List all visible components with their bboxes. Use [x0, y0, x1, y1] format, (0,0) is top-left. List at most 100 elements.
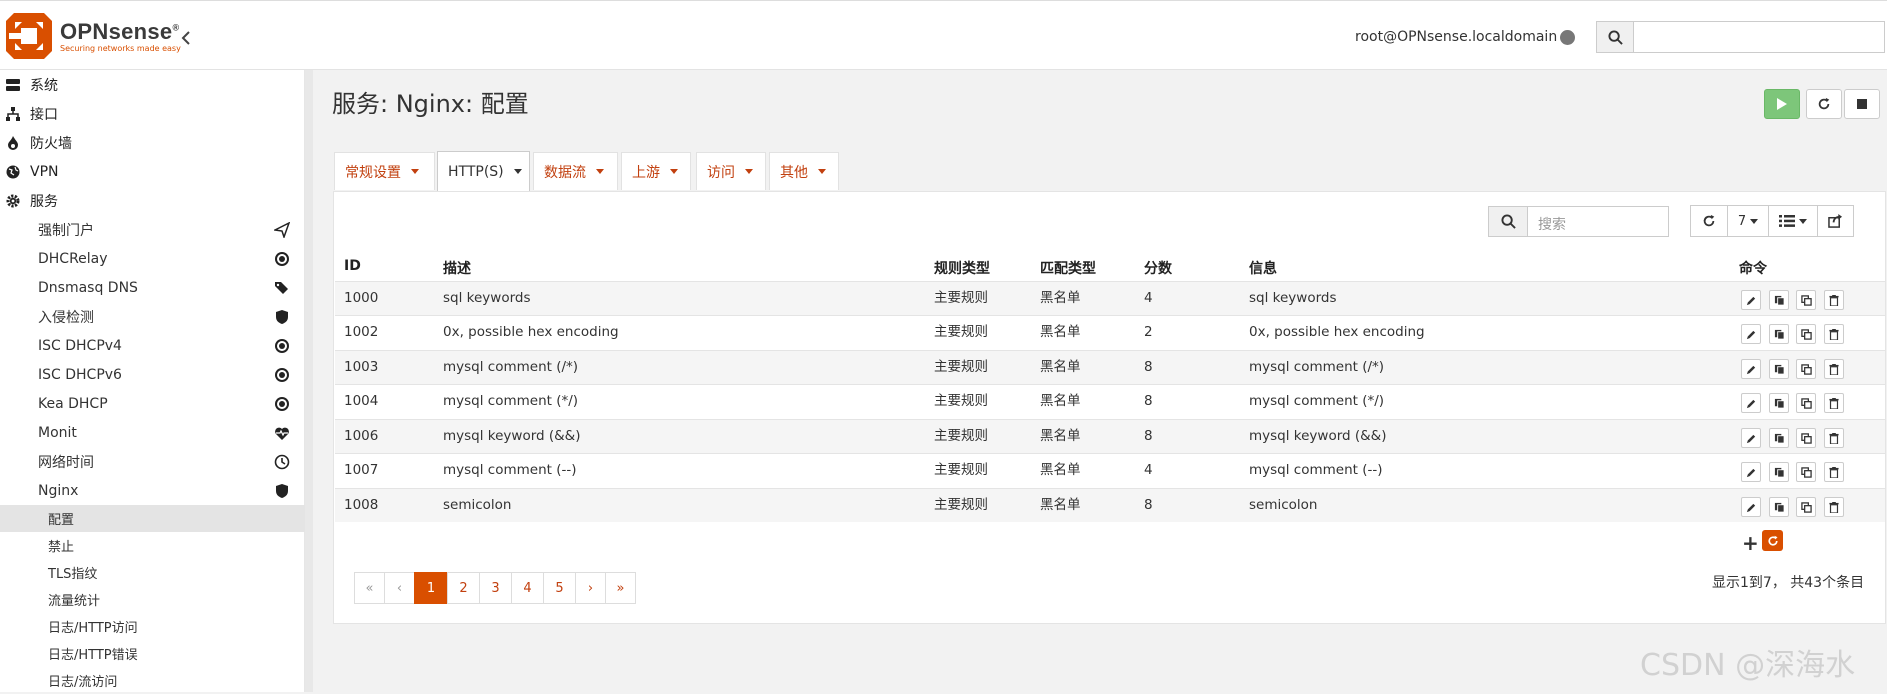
pagination-page-3[interactable]: 3 — [479, 572, 512, 604]
sidebar-item-kea-dhcp[interactable]: Kea DHCP — [0, 389, 305, 418]
top-search-button[interactable] — [1596, 21, 1634, 53]
start-service-button[interactable] — [1764, 89, 1800, 119]
sidebar-item-isc-dhcpv6[interactable]: ISC DHCPv6 — [0, 360, 305, 389]
column-header-description[interactable]: 描述 — [443, 258, 471, 278]
sidebar-item-intrusion-detection[interactable]: 入侵检测 — [0, 302, 305, 331]
sidebar-item-nginx-http-error[interactable]: 日志/HTTP错误 — [0, 640, 305, 667]
restart-service-button[interactable] — [1806, 89, 1842, 119]
tab-access[interactable]: 访问 — [696, 152, 766, 190]
clone-row-button[interactable] — [1796, 497, 1816, 517]
add-row-button[interactable]: + — [1742, 531, 1759, 555]
edit-row-button[interactable] — [1741, 497, 1761, 517]
clone-row-button[interactable] — [1796, 428, 1816, 448]
sidebar-item-dhcrelay[interactable]: DHCRelay — [0, 244, 305, 273]
sidebar-item-firewall[interactable]: 防火墙 — [0, 128, 305, 157]
pagination-page-2[interactable]: 2 — [447, 572, 480, 604]
pagination-page-5[interactable]: 5 — [543, 572, 576, 604]
pagination-last[interactable]: » — [605, 572, 636, 604]
table-row[interactable]: 1002 0x, possible hex encoding 主要规则 黑名单 2 0x,… — [335, 315, 1885, 349]
table-row[interactable]: 1007 mysql comment (--) 主要规则 黑名单 4 mysql comm… — [335, 453, 1885, 487]
sidebar-item-monit[interactable]: Monit — [0, 418, 305, 447]
pagination-prev[interactable]: ‹ — [384, 572, 415, 604]
collapse-sidebar-icon[interactable] — [180, 27, 192, 51]
tab-general[interactable]: 常规设置 — [334, 152, 435, 190]
columns-dropdown[interactable] — [1768, 205, 1818, 237]
clock-icon — [274, 454, 290, 469]
delete-row-button[interactable] — [1824, 290, 1844, 310]
edit-row-button[interactable] — [1741, 324, 1761, 344]
edit-row-button[interactable] — [1741, 462, 1761, 482]
grid-refresh-button[interactable] — [1690, 205, 1728, 237]
copy-row-button[interactable] — [1769, 428, 1789, 448]
user-menu[interactable]: root@OPNsense.localdomain — [1355, 29, 1557, 45]
pagination-first[interactable]: « — [354, 572, 385, 604]
sidebar-item-vpn[interactable]: VPN — [0, 157, 305, 186]
clone-row-button[interactable] — [1796, 324, 1816, 344]
tab-upstream[interactable]: 上游 — [621, 152, 691, 190]
column-header-info[interactable]: 信息 — [1249, 258, 1277, 278]
edit-row-button[interactable] — [1741, 428, 1761, 448]
pagination-next[interactable]: › — [575, 572, 606, 604]
stop-service-button[interactable] — [1844, 89, 1880, 119]
clone-row-button[interactable] — [1796, 462, 1816, 482]
sidebar-item-nginx-traffic[interactable]: 流量统计 — [0, 586, 305, 613]
delete-row-button[interactable] — [1824, 359, 1844, 379]
status-indicator[interactable] — [1560, 30, 1575, 45]
sidebar-item-interfaces[interactable]: 接口 — [0, 99, 305, 128]
edit-row-button[interactable] — [1741, 393, 1761, 413]
column-header-id[interactable]: ID — [344, 258, 361, 274]
edit-row-button[interactable] — [1741, 359, 1761, 379]
delete-selected-button[interactable] — [1762, 530, 1783, 551]
delete-row-button[interactable] — [1824, 428, 1844, 448]
delete-row-button[interactable] — [1824, 497, 1844, 517]
cell-rule-type: 主要规则 — [934, 497, 988, 513]
grid-search-button[interactable] — [1488, 206, 1528, 237]
sidebar-item-nginx-config[interactable]: 配置 — [0, 505, 305, 532]
sidebar-item-captive-portal[interactable]: 强制门户 — [0, 215, 305, 244]
sidebar-item-nginx-ban[interactable]: 禁止 — [0, 532, 305, 559]
copy-row-button[interactable] — [1769, 497, 1789, 517]
delete-row-button[interactable] — [1824, 462, 1844, 482]
sidebar-item-nginx-stream-access[interactable]: 日志/流访问 — [0, 667, 305, 694]
column-header-score[interactable]: 分数 — [1144, 258, 1172, 278]
sidebar-scrollbar[interactable] — [305, 70, 313, 692]
edit-row-button[interactable] — [1741, 290, 1761, 310]
list-icon — [1779, 215, 1795, 227]
top-search-input[interactable] — [1633, 21, 1885, 53]
sidebar-item-isc-dhcpv4[interactable]: ISC DHCPv4 — [0, 331, 305, 360]
clone-row-button[interactable] — [1796, 393, 1816, 413]
column-header-rule-type[interactable]: 规则类型 — [934, 258, 990, 278]
copy-row-button[interactable] — [1769, 359, 1789, 379]
pagination-page-4[interactable]: 4 — [511, 572, 544, 604]
tab-other[interactable]: 其他 — [769, 152, 839, 190]
export-button[interactable] — [1817, 205, 1854, 237]
sidebar-item-services[interactable]: 服务 — [0, 186, 305, 215]
clone-row-button[interactable] — [1796, 290, 1816, 310]
tab-https[interactable]: HTTP(S) — [437, 151, 530, 191]
cell-score: 4 — [1144, 290, 1153, 306]
grid-search-input[interactable]: 搜索 — [1527, 206, 1669, 237]
delete-row-button[interactable] — [1824, 393, 1844, 413]
clone-row-button[interactable] — [1796, 359, 1816, 379]
tab-streams[interactable]: 数据流 — [533, 152, 618, 190]
page-size-dropdown[interactable]: 7 — [1727, 205, 1769, 237]
sidebar-item-nginx[interactable]: Nginx — [0, 476, 305, 505]
copy-row-button[interactable] — [1769, 324, 1789, 344]
table-row[interactable]: 1000 sql keywords 主要规则 黑名单 4 sql keywords — [335, 281, 1885, 315]
table-row[interactable]: 1004 mysql comment (*/) 主要规则 黑名单 8 mysql comm… — [335, 384, 1885, 418]
table-row[interactable]: 1008 semicolon 主要规则 黑名单 8 semicolon — [335, 488, 1885, 522]
pagination-page-1[interactable]: 1 — [414, 572, 448, 604]
delete-row-button[interactable] — [1824, 324, 1844, 344]
copy-row-button[interactable] — [1769, 393, 1789, 413]
sidebar-item-nginx-http-access[interactable]: 日志/HTTP访问 — [0, 613, 305, 640]
table-row[interactable]: 1003 mysql comment (/*) 主要规则 黑名单 8 mysql comm… — [335, 350, 1885, 384]
opnsense-logo[interactable]: OPNsense® Securing networks made easy — [6, 13, 181, 59]
copy-row-button[interactable] — [1769, 462, 1789, 482]
sidebar-item-system[interactable]: 系统 — [0, 70, 305, 99]
column-header-match-type[interactable]: 匹配类型 — [1040, 258, 1096, 278]
table-row[interactable]: 1006 mysql keyword (&&) 主要规则 黑名单 8 mysql keyw… — [335, 419, 1885, 453]
sidebar-item-ntp[interactable]: 网络时间 — [0, 447, 305, 476]
copy-row-button[interactable] — [1769, 290, 1789, 310]
sidebar-item-dnsmasq[interactable]: Dnsmasq DNS — [0, 273, 305, 302]
sidebar-item-nginx-tls[interactable]: TLS指纹 — [0, 559, 305, 586]
